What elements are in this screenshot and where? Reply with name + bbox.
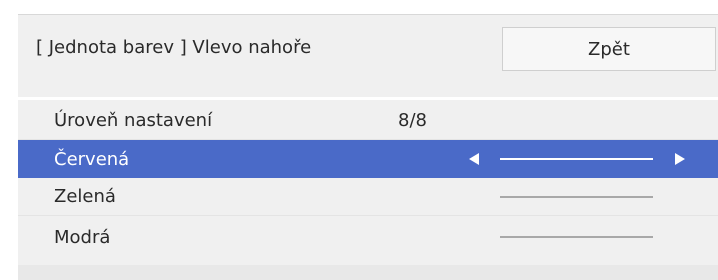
adjustment-panel: [ Jednota barev ] Vlevo nahoře Zpět Úrov… [18, 14, 718, 280]
triangle-left-icon[interactable] [464, 149, 484, 169]
menu-row-green[interactable]: Zelená [18, 178, 718, 216]
triangle-right-icon[interactable] [670, 149, 690, 169]
panel-header: [ Jednota barev ] Vlevo nahoře Zpět [18, 15, 718, 97]
menu-row-adjustment-level[interactable]: Úroveň nastavení 8/8 [18, 102, 718, 140]
menu-row-blue[interactable]: Modrá [18, 218, 718, 256]
row-label: Zelená [54, 186, 116, 207]
red-slider-track[interactable] [500, 158, 653, 160]
blue-slider-track[interactable] [500, 236, 653, 238]
footer-strip [18, 265, 718, 280]
back-button[interactable]: Zpět [502, 27, 716, 71]
row-label: Úroveň nastavení [54, 110, 213, 131]
level-value: 8/8 [398, 110, 427, 131]
green-slider-track[interactable] [500, 196, 653, 198]
row-label: Modrá [54, 226, 111, 248]
row-label: Červená [54, 148, 130, 170]
header-divider [18, 97, 718, 100]
page-title: [ Jednota barev ] Vlevo nahoře [36, 37, 312, 58]
menu-row-red[interactable]: Červená [18, 140, 718, 178]
